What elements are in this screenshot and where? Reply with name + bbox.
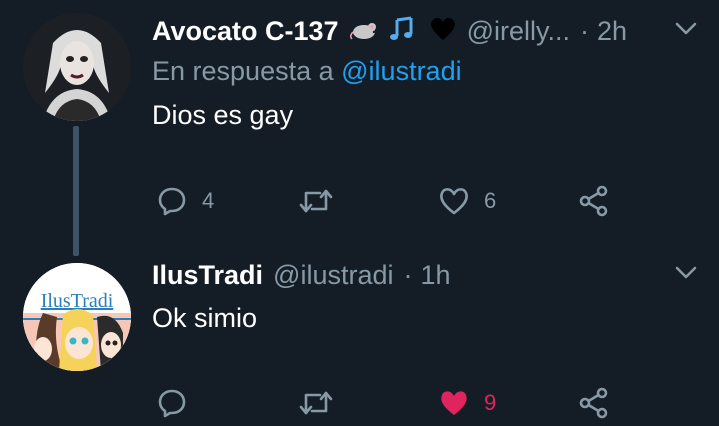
separator-dot: · — [579, 15, 589, 46]
reply-button[interactable]: 4 — [156, 181, 214, 221]
handle[interactable]: @irelly... — [467, 16, 570, 47]
black-heart-emoji-icon — [429, 16, 457, 47]
display-name[interactable]: IlusTradi — [152, 260, 263, 291]
chevron-down-icon[interactable] — [675, 266, 697, 280]
tweet-header: Avocato C-137 @irelly... · 2h — [152, 14, 627, 48]
heart-outline-icon — [440, 188, 468, 215]
like-button[interactable]: 9 — [438, 383, 496, 423]
separator-dot: · — [403, 259, 413, 290]
share-icon — [579, 185, 608, 217]
tweet-actions: 4 6 — [152, 181, 672, 221]
timestamp[interactable]: 2h — [597, 16, 627, 47]
mouse-emoji-icon — [349, 18, 379, 45]
like-count: 9 — [484, 390, 497, 415]
display-name[interactable]: Avocato C-137 — [152, 16, 339, 47]
like-count: 6 — [484, 188, 497, 213]
reply-prefix: En respuesta a — [152, 56, 334, 86]
avatar[interactable]: IlusTradi — [23, 263, 131, 371]
share-button[interactable] — [578, 181, 610, 221]
heart-filled-icon — [441, 391, 467, 415]
tweet[interactable]: Avocato C-137 @irelly... · 2h En respues… — [0, 0, 719, 256]
retweet-icon — [299, 391, 333, 415]
reply-button[interactable] — [156, 383, 202, 423]
tweet-text: Dios es gay — [152, 100, 294, 130]
retweet-icon — [299, 189, 333, 213]
tweet[interactable]: IlusTradi IlusTradi @ilustradi · 1h Ok s… — [0, 250, 719, 426]
share-icon — [579, 387, 608, 419]
reply-icon — [158, 389, 186, 418]
tweet-text: Ok simio — [152, 303, 258, 333]
handle[interactable]: @ilustradi — [273, 260, 393, 291]
tweet-header: IlusTradi @ilustradi · 1h — [152, 258, 451, 292]
avatar[interactable] — [23, 13, 131, 121]
reply-icon — [158, 187, 186, 216]
music-notes-emoji-icon — [389, 16, 419, 47]
retweet-button[interactable] — [298, 383, 348, 423]
reply-count: 4 — [202, 188, 215, 213]
tweet-actions: 9 — [152, 383, 672, 423]
chevron-down-icon[interactable] — [675, 22, 697, 36]
timestamp[interactable]: 1h — [421, 260, 451, 291]
reply-mention-link[interactable]: @ilustradi — [341, 56, 461, 86]
like-button[interactable]: 6 — [438, 181, 496, 221]
reply-context: En respuesta a @ilustradi — [152, 56, 462, 87]
share-button[interactable] — [578, 383, 610, 423]
thread-line — [73, 126, 79, 256]
retweet-button[interactable] — [298, 181, 348, 221]
avatar-logo-text: IlusTradi — [41, 290, 114, 312]
